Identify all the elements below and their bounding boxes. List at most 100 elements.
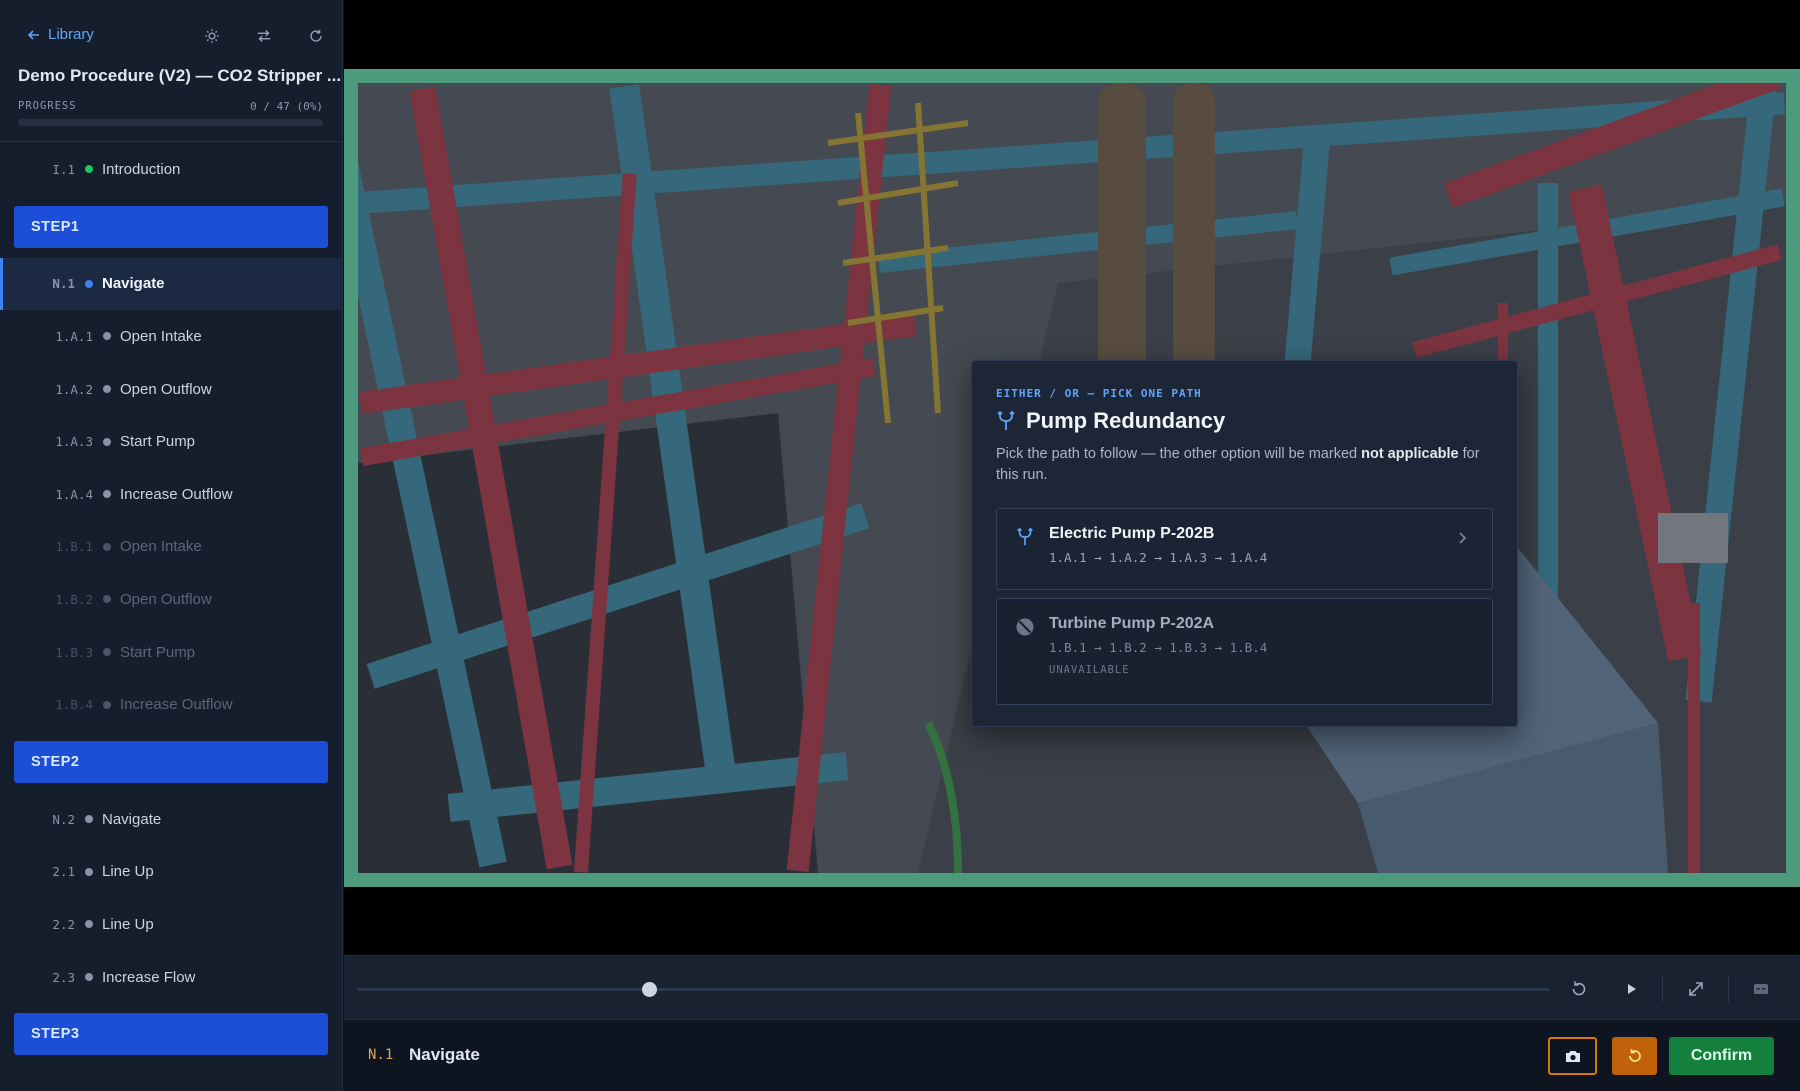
list-item[interactable]: N.2 Navigate: [0, 793, 342, 846]
list-item[interactable]: 1.A.3 Start Pump: [0, 415, 342, 468]
item-number: I.1: [52, 161, 75, 177]
chevron-right-icon: [1459, 532, 1467, 544]
item-number: 2.1: [52, 864, 75, 880]
timeline-scrubber[interactable]: [357, 982, 1550, 997]
current-step-number: N.1: [368, 1047, 394, 1063]
option-path: 1.A.1 → 1.A.2 → 1.A.3 → 1.A.4: [1049, 550, 1268, 565]
list-item-disabled: 1.B.3 Start Pump: [0, 626, 342, 679]
option-status: UNAVAILABLE: [1049, 664, 1130, 676]
item-number: 1.A.3: [55, 434, 93, 450]
status-dot: [103, 490, 111, 499]
status-dot: [103, 542, 111, 551]
swap-arrows-icon: [257, 30, 271, 42]
option-title: Electric Pump P-202B: [1049, 525, 1215, 542]
replay-icon: [1572, 981, 1586, 996]
list-item[interactable]: 1.A.1 Open Intake: [0, 310, 342, 363]
desc-text: Pick the path to follow — the other opti…: [996, 446, 1362, 462]
status-dot: [85, 867, 93, 876]
status-dot: [85, 165, 93, 174]
timeline-handle[interactable]: [642, 982, 658, 997]
list-item[interactable]: 2.1 Line Up: [0, 846, 342, 899]
list-item[interactable]: 1.A.2 Open Outflow: [0, 363, 342, 416]
swap-button[interactable]: [238, 26, 290, 46]
captions-icon: [1754, 984, 1768, 994]
item-label: Start Pump: [120, 433, 196, 451]
divider: [1662, 976, 1663, 1002]
procedure-sidebar: Library Demo Procedure (V2) — CO2 Stripp…: [0, 0, 343, 1091]
item-number: N.2: [52, 811, 75, 827]
item-label: Introduction: [102, 160, 181, 178]
screenshot-button[interactable]: [1548, 1037, 1597, 1075]
fullscreen-button[interactable]: [1683, 976, 1709, 1002]
list-item-introduction[interactable]: I.1 Introduction: [0, 143, 342, 196]
item-number: 2.2: [52, 916, 75, 932]
reset-step-button[interactable]: [1612, 1037, 1657, 1075]
list-item[interactable]: 1.A.4 Increase Outflow: [0, 468, 342, 521]
arrow-left-icon: [27, 29, 39, 40]
item-label: Increase Outflow: [120, 696, 233, 714]
status-dot: [103, 700, 111, 709]
status-dot: [85, 920, 93, 929]
item-label: Open Intake: [120, 538, 202, 556]
list-item-disabled: 1.B.1 Open Intake: [0, 521, 342, 574]
list-item[interactable]: 2.3 Increase Flow: [0, 951, 342, 1004]
item-number: 1.B.1: [55, 539, 93, 555]
option-turbine-pump-unavailable: Turbine Pump P-202A 1.B.1 → 1.B.2 → 1.B.…: [996, 598, 1493, 705]
list-item-navigate-active[interactable]: N.1 Navigate: [0, 257, 342, 311]
list-item-disabled: 1.B.4 Increase Outflow: [0, 678, 342, 731]
current-step-name: Navigate: [409, 1045, 480, 1064]
expand-icon: [1689, 982, 1703, 996]
progress-label: PROGRESS: [18, 100, 77, 112]
progress-bar: [18, 119, 323, 126]
status-dot: [103, 437, 111, 446]
scene-viewer: EITHER / OR — PICK ONE PATH Pump Redunda…: [344, 0, 1800, 955]
play-button[interactable]: [1618, 976, 1644, 1002]
status-dot: [103, 332, 111, 341]
option-electric-pump[interactable]: Electric Pump P-202B 1.A.1 → 1.A.2 → 1.A…: [996, 508, 1493, 590]
undo-icon: [1628, 1049, 1641, 1062]
divider: [1728, 976, 1729, 1002]
theme-toggle-button[interactable]: [186, 26, 238, 46]
library-back-label: Library: [48, 26, 94, 43]
current-step-footer: N.1 Navigate Confirm: [344, 1019, 1800, 1091]
status-dot: [85, 279, 93, 288]
refresh-icon: [310, 29, 322, 42]
reload-button[interactable]: [290, 26, 342, 46]
item-label: Navigate: [102, 275, 165, 293]
confirm-button[interactable]: Confirm: [1669, 1037, 1774, 1075]
item-label: Line Up: [102, 915, 154, 933]
blocked-icon: [1016, 618, 1034, 636]
camera-icon: [1565, 1051, 1580, 1062]
item-number: 1.A.4: [55, 486, 93, 502]
procedure-title: Demo Procedure (V2) — CO2 Stripper ...: [18, 66, 342, 85]
status-dot: [85, 973, 93, 982]
playback-bar: [344, 955, 1800, 1019]
item-label: Increase Outflow: [120, 485, 233, 503]
library-back-link[interactable]: Library: [26, 26, 94, 43]
item-number: 1.A.1: [55, 328, 93, 344]
sun-icon: [205, 29, 219, 43]
item-number: 2.3: [52, 969, 75, 985]
item-number: 1.B.3: [55, 644, 93, 660]
step-header-1[interactable]: STEP1: [14, 205, 328, 248]
step-header-2[interactable]: STEP2: [14, 740, 328, 783]
step-list: I.1 Introduction STEP1 N.1 Navigate 1.A.…: [0, 143, 342, 1091]
item-label: Start Pump: [120, 643, 196, 661]
item-label: Open Outflow: [120, 380, 212, 398]
fork-icon: [1017, 527, 1033, 546]
dialog-kicker: EITHER / OR — PICK ONE PATH: [996, 387, 1202, 400]
replay-button[interactable]: [1566, 976, 1592, 1002]
item-label: Increase Flow: [102, 968, 196, 986]
captions-button[interactable]: [1748, 976, 1774, 1002]
item-label: Open Outflow: [120, 590, 212, 608]
option-title: Turbine Pump P-202A: [1049, 615, 1215, 632]
list-item[interactable]: 2.2 Line Up: [0, 898, 342, 951]
item-label: Open Intake: [120, 327, 202, 345]
progress-count: 0 / 47 (0%): [250, 100, 323, 113]
step-header-3[interactable]: STEP3: [14, 1013, 328, 1056]
item-label: Line Up: [102, 863, 154, 881]
item-number: 1.A.2: [55, 381, 93, 397]
sidebar-toolbar: [186, 26, 342, 46]
dialog-title-text: Pump Redundancy: [1026, 408, 1226, 433]
status-dot: [85, 815, 93, 824]
